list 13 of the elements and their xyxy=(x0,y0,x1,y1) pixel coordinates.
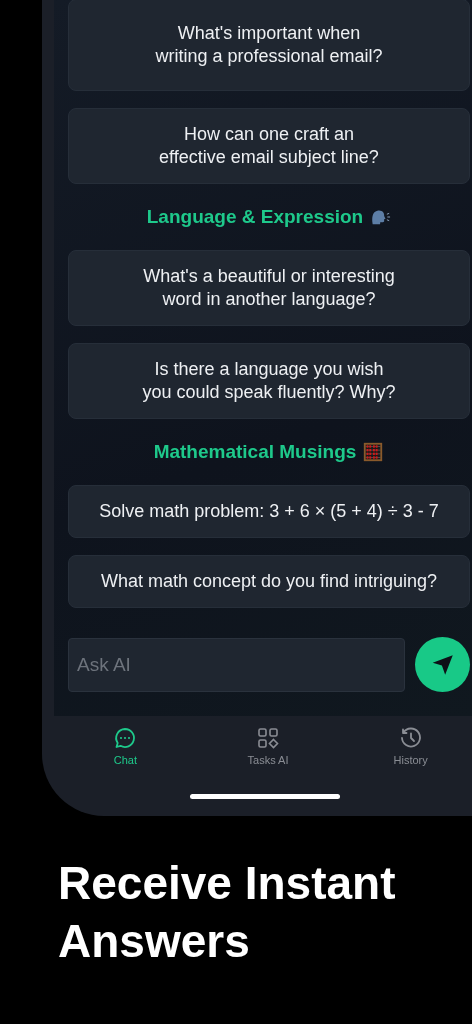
tab[interactable]: Chat xyxy=(54,716,197,776)
ask-input-field[interactable]: Ask AI xyxy=(68,637,405,692)
suggestion-card[interactable]: What math concept do you find intriguing? xyxy=(68,555,470,608)
suggestion-card[interactable]: What's a beautiful or interesting word in another language? xyxy=(68,250,470,326)
tab[interactable]: History xyxy=(339,716,472,776)
tab[interactable]: Tasks AI xyxy=(196,716,340,776)
caption-title: Receive Instant Answers xyxy=(58,856,397,969)
suggestion-card[interactable]: What's important when writing a professional email? xyxy=(68,0,470,91)
suggestion-card[interactable]: Is there a language you wish you could speak fluently? Why? xyxy=(68,343,470,419)
section-heading: Mathematical Musings xyxy=(153,441,357,463)
suggestion-card[interactable]: Solve math problem: 3 + 6 × (5 + 4) ÷ 3 - 7 xyxy=(68,485,470,538)
suggestion-card[interactable]: How can one craft an effective email subject line? xyxy=(68,108,470,184)
section-heading: Language & Expression xyxy=(146,206,364,228)
